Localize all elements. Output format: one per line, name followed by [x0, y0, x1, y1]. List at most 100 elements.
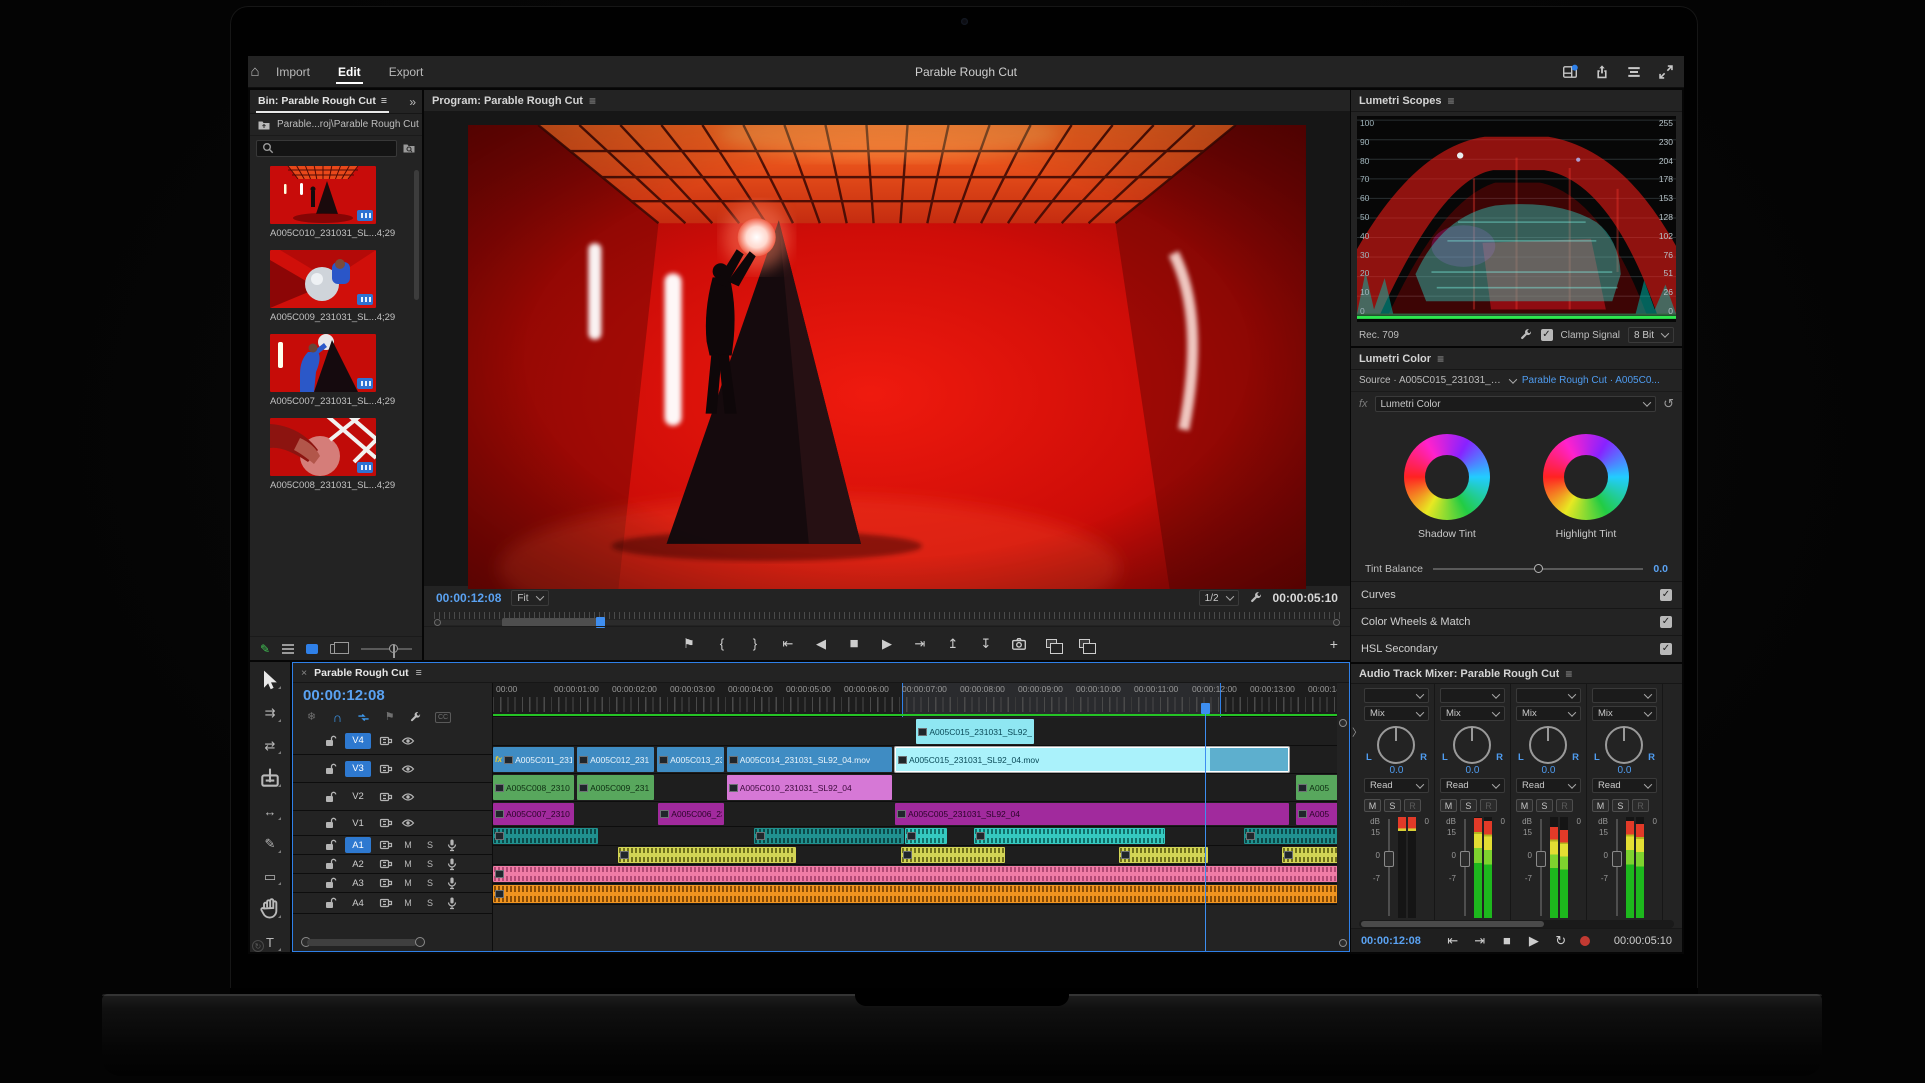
- button-editor-plus-icon[interactable]: +: [1330, 636, 1338, 652]
- section-curves[interactable]: Curves✓: [1351, 581, 1682, 608]
- submix-dropdown[interactable]: Mix: [1364, 706, 1429, 721]
- bin-clip-item[interactable]: A005C008_231031_SL...4;29: [270, 418, 408, 491]
- track-lock-icon[interactable]: [323, 762, 337, 776]
- sync-status-icon[interactable]: ↻: [252, 940, 264, 952]
- pen-tool[interactable]: ✎: [258, 834, 282, 854]
- voice-over-record-icon[interactable]: [445, 857, 459, 871]
- track-target-a3[interactable]: A3: [345, 875, 371, 891]
- step-forward-button[interactable]: ▶: [879, 636, 895, 652]
- more-panels-icon[interactable]: »: [409, 95, 416, 109]
- source-patch-icon[interactable]: [379, 816, 393, 830]
- tint-balance-value[interactable]: 0.0: [1653, 563, 1668, 575]
- razor-tool[interactable]: [258, 768, 282, 788]
- clip-thumbnail[interactable]: [270, 250, 376, 308]
- find-in-bin-icon[interactable]: [402, 141, 416, 155]
- pan-value[interactable]: 0.0: [1465, 765, 1479, 776]
- timeline-clip[interactable]: A005: [1296, 775, 1337, 800]
- fit-dropdown[interactable]: Fit: [511, 590, 548, 606]
- search-input[interactable]: [256, 140, 397, 157]
- scroll-thumb[interactable]: [307, 939, 417, 946]
- play-stop-button[interactable]: ■: [846, 636, 862, 652]
- step-back-button[interactable]: ◀: [813, 636, 829, 652]
- bin-clip-item[interactable]: A005C010_231031_SL...4;29: [270, 166, 408, 239]
- bin-clip-item[interactable]: A005C009_231031_SL...4;29: [270, 250, 408, 323]
- automation-dropdown[interactable]: Read: [1364, 778, 1429, 793]
- sequence-clip-tab[interactable]: Parable Rough Cut · A005C0...: [1522, 375, 1660, 386]
- go-to-in-button[interactable]: ⇤: [1445, 933, 1461, 949]
- home-icon[interactable]: ⌂: [248, 65, 262, 79]
- timeline-clip[interactable]: [901, 847, 1006, 863]
- icon-view-icon[interactable]: [306, 644, 318, 654]
- voice-over-record-icon[interactable]: [445, 838, 459, 852]
- clip-thumbnail[interactable]: [270, 418, 376, 476]
- reset-effect-icon[interactable]: ↺: [1663, 396, 1674, 412]
- zoom-in-handle[interactable]: [415, 937, 425, 947]
- quick-export-icon[interactable]: [1594, 64, 1610, 80]
- track-lock-icon[interactable]: [323, 857, 337, 871]
- mute-track-button[interactable]: M: [401, 898, 415, 908]
- track-lock-icon[interactable]: [323, 790, 337, 804]
- clip-name[interactable]: A005C009_231031_SL...: [270, 312, 377, 323]
- clip-thumbnail[interactable]: [270, 334, 376, 392]
- captions-icon[interactable]: CC: [435, 712, 451, 723]
- effect-dropdown[interactable]: Lumetri Color: [1375, 396, 1657, 412]
- program-timecode[interactable]: 00:00:12:08: [436, 591, 501, 605]
- source-clip-tab[interactable]: Source · A005C015_231031_S...: [1359, 375, 1504, 386]
- go-to-in-button[interactable]: ⇤: [780, 636, 796, 652]
- mixer-title[interactable]: Audio Track Mixer: Parable Rough Cut: [1359, 668, 1559, 680]
- source-patch-icon[interactable]: [379, 857, 393, 871]
- timeline-clip[interactable]: [974, 828, 1164, 844]
- bin-tab[interactable]: Bin: Parable Rough Cut ≡: [256, 90, 389, 113]
- shadow-tint-wheel[interactable]: [1404, 434, 1490, 520]
- submix-dropdown[interactable]: Mix: [1440, 706, 1505, 721]
- workspaces-icon[interactable]: [1562, 64, 1578, 80]
- hand-tool[interactable]: [258, 899, 282, 919]
- fader-handle[interactable]: [1536, 851, 1546, 867]
- pan-value[interactable]: 0.0: [1389, 765, 1403, 776]
- playhead-handle[interactable]: [1201, 703, 1210, 714]
- input-dropdown[interactable]: [1364, 688, 1429, 703]
- mark-in-button[interactable]: {: [714, 636, 730, 652]
- timeline-clip[interactable]: A005: [1296, 803, 1337, 825]
- linked-selection-icon[interactable]: [357, 711, 370, 724]
- tint-balance-knob[interactable]: [1534, 564, 1543, 573]
- timeline-settings-wrench-icon[interactable]: [409, 711, 422, 724]
- bin-clip-item[interactable]: A005C007_231031_SL...4;29: [270, 334, 408, 407]
- record-arm-button[interactable]: R: [1480, 799, 1497, 812]
- input-dropdown[interactable]: [1516, 688, 1581, 703]
- timeline-clip[interactable]: A005C005_231031_SL92_04: [895, 803, 1290, 825]
- mute-button[interactable]: M: [1364, 799, 1381, 812]
- edit-pen-icon[interactable]: ✎: [260, 642, 270, 656]
- volume-fader[interactable]: [1384, 817, 1394, 918]
- track-lane-a3[interactable]: [493, 865, 1337, 884]
- timeline-clip[interactable]: [493, 828, 598, 844]
- comparison-view-button[interactable]: [1044, 636, 1060, 652]
- timeline-clip[interactable]: A005C007_2310: [493, 803, 574, 825]
- fullscreen-icon[interactable]: [1658, 64, 1674, 80]
- solo-button[interactable]: S: [1384, 799, 1401, 812]
- volume-fader[interactable]: [1612, 817, 1622, 918]
- scopes-settings-wrench-icon[interactable]: [1519, 328, 1533, 342]
- panel-stack-icon[interactable]: [1626, 64, 1642, 80]
- panel-menu-icon[interactable]: ≡: [381, 95, 387, 107]
- source-patch-icon[interactable]: [379, 838, 393, 852]
- solo-track-button[interactable]: S: [423, 898, 437, 908]
- highlight-tint-wheel[interactable]: [1543, 434, 1629, 520]
- clamp-signal-checkbox[interactable]: ✓: [1541, 329, 1553, 341]
- timeline-clip[interactable]: A005C010_231031_SL92_04: [727, 775, 892, 800]
- snap-icon[interactable]: ∩: [331, 711, 344, 724]
- mute-track-button[interactable]: M: [401, 840, 415, 850]
- tab-import[interactable]: Import: [262, 56, 324, 88]
- panel-menu-icon[interactable]: ≡: [1565, 667, 1572, 681]
- timeline-clip[interactable]: [493, 885, 1337, 903]
- solo-button[interactable]: S: [1612, 799, 1629, 812]
- track-target-a2[interactable]: A2: [345, 856, 371, 872]
- track-zoom-handle-bottom[interactable]: [1339, 939, 1347, 947]
- pan-value[interactable]: 0.0: [1541, 765, 1555, 776]
- play-in-out-button[interactable]: ▶: [1526, 933, 1542, 949]
- scopes-title[interactable]: Lumetri Scopes: [1359, 95, 1442, 107]
- source-patch-icon[interactable]: [379, 876, 393, 890]
- mixer-timecode[interactable]: 00:00:12:08: [1361, 935, 1421, 947]
- timeline-timecode[interactable]: 00:00:12:08: [293, 683, 492, 707]
- fader-handle[interactable]: [1384, 851, 1394, 867]
